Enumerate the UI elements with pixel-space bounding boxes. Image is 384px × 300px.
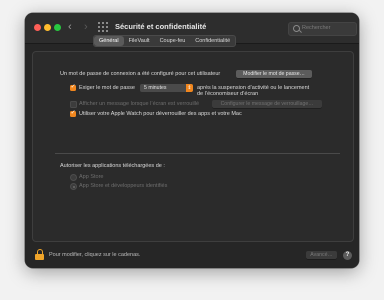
apple-watch-checkbox[interactable] [70,109,76,117]
back-chevron-icon[interactable]: ‹ [68,20,72,34]
require-password-checkbox[interactable] [70,83,76,91]
show-message-label: Afficher un message lorsque l’écran est … [79,101,200,107]
section-divider [55,153,340,154]
chevron-updown-icon: ⇕ [186,84,193,92]
minimize-window-button[interactable] [44,24,51,31]
password-delay-value: 5 minutes [144,85,167,91]
search-input[interactable]: Rechercher [288,22,357,36]
change-password-button[interactable]: Modifier le mot de passe… [236,70,312,78]
require-password-after-line2: de l’économiseur d’écran [197,91,259,97]
show-message-checkbox[interactable] [70,101,77,108]
tab-firewall[interactable]: Coupe-feu [155,36,191,46]
window-title: Sécurité et confidentialité [115,22,207,31]
password-delay-select[interactable]: 5 minutes ⇕ [140,84,193,92]
radio-app-store-identified-label: App Store et développeurs identifiés [79,183,168,189]
footer-bar: Pour modifier, cliquez sur le cadenas. A… [25,244,359,268]
radio-app-store-label: App Store [79,174,104,180]
search-icon [293,25,300,32]
help-button[interactable]: ? [343,251,352,260]
zoom-window-button[interactable] [54,24,61,31]
forward-chevron-icon[interactable]: › [84,20,88,34]
configure-lock-message-button[interactable]: Configurer le message de verrouillage… [212,100,322,108]
advanced-button[interactable]: Avancé… [306,251,337,259]
apple-watch-label: Utiliser votre Apple Watch pour déverrou… [79,111,242,117]
tab-filevault[interactable]: FileVault [124,36,155,46]
tab-privacy[interactable]: Confidentialité [190,36,235,46]
require-password-label: Exiger le mot de passe [79,85,135,91]
general-panel [32,51,354,242]
search-placeholder: Rechercher [302,25,331,31]
radio-app-store-identified[interactable] [70,183,77,190]
close-window-button[interactable] [34,24,41,31]
tab-bar: Général FileVault Coupe-feu Confidential… [93,35,237,47]
lock-text: Pour modifier, cliquez sur le cadenas. [49,252,141,258]
tab-general[interactable]: Général [94,36,124,46]
radio-app-store[interactable] [70,174,77,181]
show-all-grid-icon[interactable] [98,22,108,32]
lock-icon[interactable] [35,249,44,261]
downloads-label: Autoriser les applications téléchargées … [60,163,165,169]
password-set-text: Un mot de passe de connexion a été confi… [60,71,221,77]
